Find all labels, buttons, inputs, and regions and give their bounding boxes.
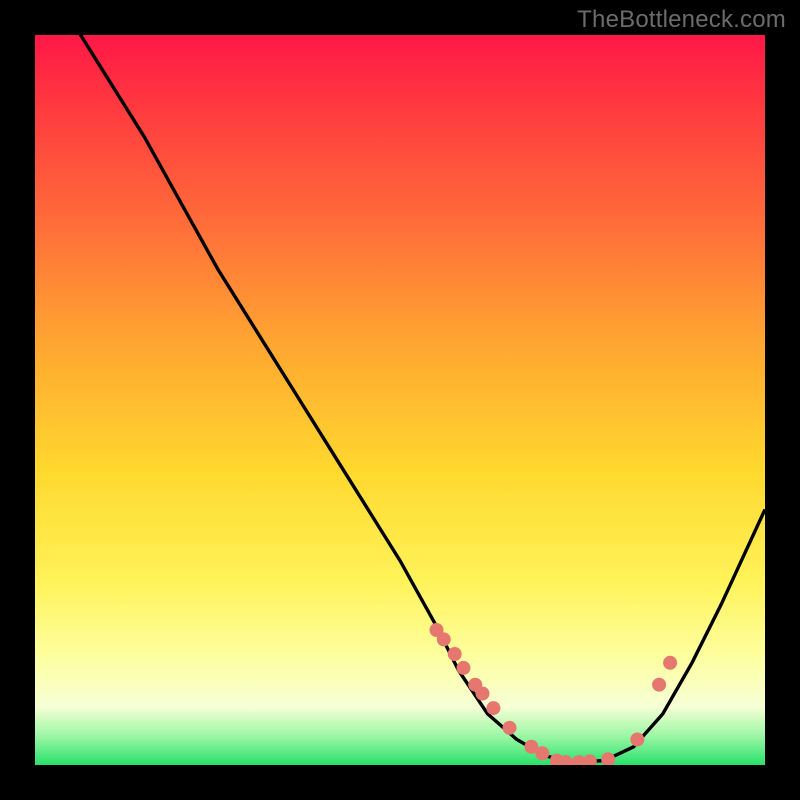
highlight-dot	[437, 632, 451, 646]
highlight-dot	[486, 701, 500, 715]
highlight-dot	[457, 661, 471, 675]
curve-svg	[35, 35, 765, 765]
highlight-dot	[583, 754, 597, 765]
highlight-dots	[430, 623, 678, 765]
chart-frame: TheBottleneck.com	[0, 0, 800, 800]
highlight-dot	[503, 721, 517, 735]
highlight-dot	[448, 647, 462, 661]
plot-area	[35, 35, 765, 765]
watermark: TheBottleneck.com	[577, 6, 786, 34]
highlight-dot	[652, 678, 666, 692]
highlight-dot	[630, 733, 644, 747]
highlight-dot	[476, 687, 490, 701]
highlight-dot	[663, 656, 677, 670]
highlight-dot	[535, 746, 549, 760]
bottleneck-curve	[35, 35, 765, 762]
highlight-dot	[601, 752, 615, 765]
